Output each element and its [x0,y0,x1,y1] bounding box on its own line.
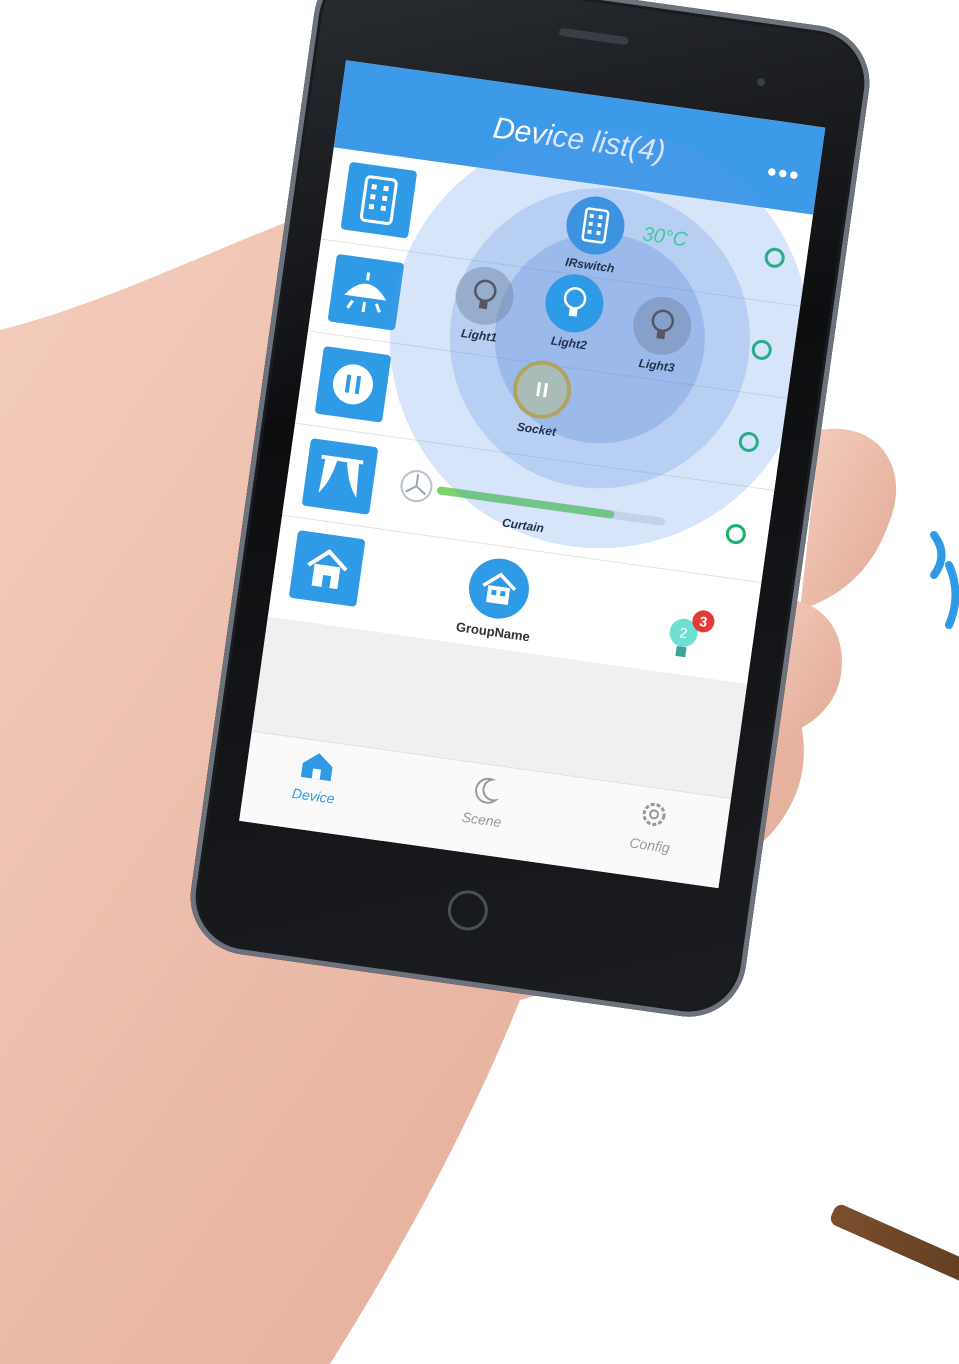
light2-node[interactable]: Light2 [528,269,618,355]
socket-node[interactable]: Socket [496,355,586,441]
tab-scene-label: Scene [460,808,503,831]
house-icon [288,530,366,607]
light1-node[interactable]: Light1 [438,262,528,348]
irswitch-node[interactable]: IRswitch [549,191,639,277]
socket-icon [509,356,575,423]
tab-config-label: Config [628,834,671,856]
status-indicator[interactable] [724,522,748,546]
light3-node[interactable]: Light3 [616,292,706,378]
bulb-badge-icon[interactable]: 2 3 [655,600,727,672]
home-icon [300,753,333,782]
socket-icon [314,345,392,423]
tab-config[interactable]: Config [589,790,715,861]
remote-icon [340,161,418,239]
bulb-icon [629,293,695,359]
tab-device[interactable]: Device [253,743,379,812]
wifi-signal-icon [930,531,959,629]
gear-icon [642,802,666,826]
fan-icon [400,470,433,503]
bulb-icon [451,263,518,329]
bulb-icon [541,270,608,337]
curtain-icon [301,438,379,515]
remote-icon [562,192,629,259]
tab-device-label: Device [291,784,336,807]
moon-icon [475,777,500,804]
more-menu-icon[interactable]: ••• [765,156,802,191]
tab-scene[interactable]: Scene [421,767,547,836]
group-house-icon[interactable] [465,554,533,623]
